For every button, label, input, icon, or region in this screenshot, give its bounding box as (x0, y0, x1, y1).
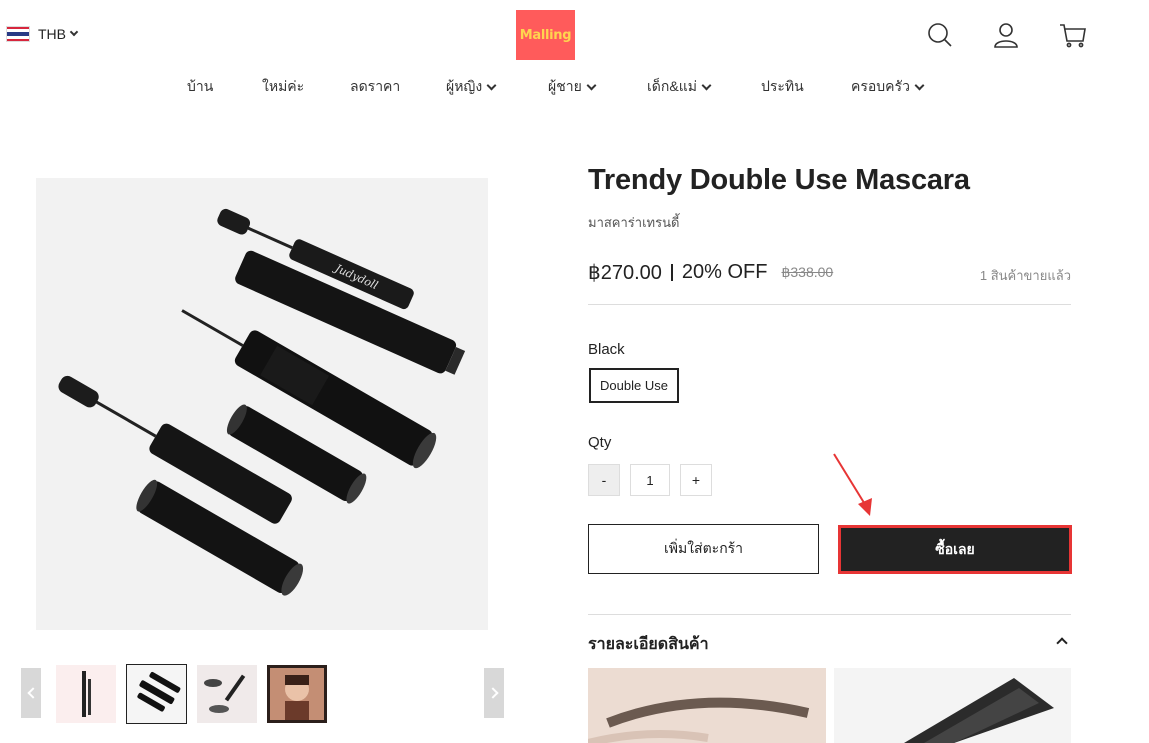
nav-item-label: ลดราคา (350, 78, 401, 94)
color-label: Black (588, 341, 625, 358)
chevron-down-icon (486, 80, 497, 90)
nav-item-label: ประทิน (761, 78, 804, 94)
chevron-down-icon (914, 80, 925, 90)
chevron-up-icon[interactable] (1056, 637, 1068, 649)
logo-text: Malling (519, 27, 572, 43)
nav-item-label: ผู้หญิง (446, 78, 483, 94)
buy-now-button[interactable]: ซื้อเลย (838, 525, 1072, 574)
product-main-image[interactable]: Judydoll (36, 178, 488, 630)
main-nav: บ้าน ใหม่ค่ะ ลดราคา ผู้หญิง ผู้ชาย เด็ก&… (0, 76, 1149, 96)
qty-increase-button[interactable]: + (680, 464, 712, 496)
chevron-down-icon (701, 80, 712, 90)
qty-label: Qty (588, 434, 612, 451)
search-icon[interactable] (925, 20, 955, 50)
nav-item-beauty[interactable]: ประทิน (761, 76, 804, 98)
thumbnail-2[interactable] (126, 664, 187, 724)
nav-item-new[interactable]: ใหม่ค่ะ (262, 76, 304, 98)
product-title: Trendy Double Use Mascara (588, 164, 970, 196)
thailand-flag-icon (6, 26, 30, 42)
user-icon[interactable] (991, 20, 1021, 50)
nav-item-label: ผู้ชาย (548, 78, 582, 94)
price-divider (670, 264, 673, 281)
annotation-arrow-icon (833, 453, 872, 516)
nav-item-label: ใหม่ค่ะ (262, 78, 305, 94)
product-subtitle: มาสคาร่าเทรนดี้ (588, 215, 680, 230)
nav-item-label: บ้าน (187, 78, 214, 94)
nav-item-kids-mom[interactable]: เด็ก&แม่ (647, 76, 712, 98)
site-logo[interactable]: Malling (516, 10, 575, 60)
discount-badge: 20% OFF (681, 261, 768, 283)
product-details-heading[interactable]: รายละเอียดสินค้า (588, 632, 709, 657)
nav-item-label: เด็ก&แม่ (647, 78, 697, 94)
nav-item-men[interactable]: ผู้ชาย (548, 76, 597, 98)
detail-image-eyebrow (588, 668, 826, 743)
divider (588, 304, 1071, 305)
nav-item-family[interactable]: ครอบครัว (851, 76, 925, 98)
thumbnail-1[interactable] (56, 665, 116, 723)
chevron-down-icon (586, 80, 597, 90)
thumbnail-4[interactable] (267, 665, 327, 723)
qty-input[interactable] (630, 464, 670, 496)
original-price: ฿338.00 (781, 264, 834, 280)
thumbnail-3[interactable] (197, 665, 257, 723)
chevron-right-icon (486, 687, 499, 699)
currency-selector[interactable]: THB (6, 26, 79, 42)
nav-item-home[interactable]: บ้าน (187, 76, 213, 98)
currency-label: THB (38, 26, 66, 42)
detail-image-brush (834, 668, 1071, 743)
add-to-cart-button[interactable]: เพิ่มใส่ตะกร้า (588, 524, 819, 574)
nav-item-label: ครอบครัว (851, 78, 910, 94)
chevron-left-icon (26, 687, 39, 699)
sold-count: 1 สินค้าขายแล้ว (979, 268, 1071, 283)
thumbnail-next-button[interactable] (484, 668, 504, 718)
nav-item-sale[interactable]: ลดราคา (350, 76, 400, 98)
cart-icon[interactable] (1058, 20, 1088, 50)
chevron-down-icon (69, 27, 79, 37)
variant-option-double-use[interactable]: Double Use (589, 368, 679, 403)
qty-decrease-button[interactable]: - (588, 464, 620, 496)
divider (588, 614, 1071, 615)
price-row: ฿270.00 20% OFF ฿338.00 (588, 260, 833, 285)
sale-price: ฿270.00 (588, 262, 662, 284)
thumbnail-prev-button[interactable] (21, 668, 41, 718)
nav-item-women[interactable]: ผู้หญิง (446, 76, 497, 98)
